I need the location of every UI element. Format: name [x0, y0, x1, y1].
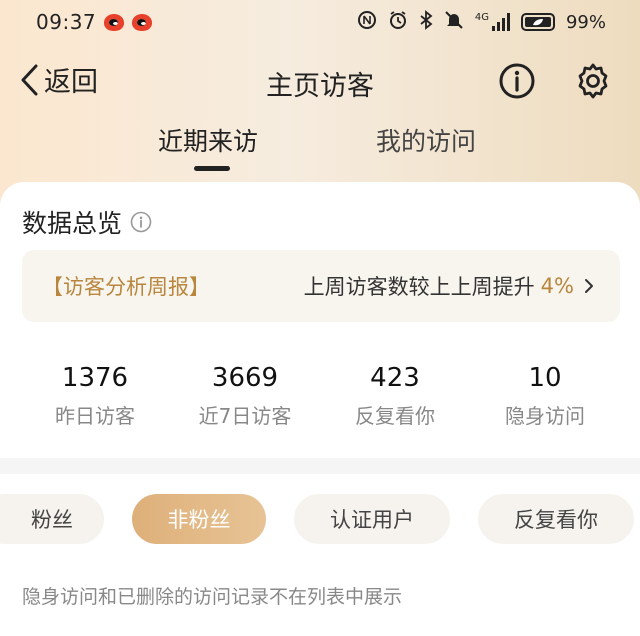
report-tag: 【访客分析周报】 — [42, 275, 210, 299]
stat-label: 反复看你 — [355, 404, 435, 428]
tab-indicator — [194, 166, 230, 171]
settings-button[interactable] — [574, 62, 612, 104]
signal-icon: 4G — [475, 13, 510, 31]
stat-label: 昨日访客 — [55, 404, 135, 428]
chip-non-fans[interactable]: 非粉丝 — [132, 494, 266, 544]
info-button[interactable] — [498, 62, 536, 104]
nfc-icon — [357, 10, 377, 35]
stat-last-7-days[interactable]: 3669 近7日访客 — [170, 360, 320, 429]
stat-value: 423 — [370, 363, 420, 393]
status-left: 09:37 — [36, 10, 153, 34]
nav-bar: 返回 主页访客 — [0, 52, 640, 112]
back-button[interactable]: 返回 — [20, 60, 98, 99]
chevron-left-icon — [21, 64, 38, 95]
weibo-icon — [132, 13, 153, 31]
tab-recent-visits[interactable]: 近期来访 — [158, 122, 258, 158]
tab-bar: 近期来访 我的访问 — [0, 122, 640, 174]
list-note: 隐身访问和已删除的访问记录不在列表中展示 — [22, 586, 403, 608]
report-percent: 4% — [540, 274, 574, 298]
filter-area: 粉丝 非粉丝 认证用户 反复看你 隐身访问和已删除的访问记录不在列表中展示 — [0, 474, 640, 636]
overview-section: 数据总览 — [22, 204, 152, 240]
stat-repeat-viewers[interactable]: 423 反复看你 — [320, 360, 470, 429]
status-right: 4G 99% — [357, 9, 606, 35]
network-type: 4G — [474, 12, 489, 23]
chip-repeat-viewers[interactable]: 反复看你 — [478, 494, 634, 544]
weekly-report-banner[interactable]: 【访客分析周报】 上周访客数较上上周提升 4% — [22, 250, 620, 322]
mute-icon — [444, 10, 464, 35]
weibo-icon — [104, 13, 125, 31]
chip-verified-users[interactable]: 认证用户 — [294, 494, 450, 544]
stat-value: 1376 — [61, 363, 129, 393]
filter-chips: 粉丝 非粉丝 认证用户 反复看你 — [0, 494, 640, 544]
overview-card: 数据总览 【访客分析周报】 上周访客数较上上周提升 4% 1376 昨日访客 3… — [0, 182, 640, 458]
stat-value: 3669 — [211, 363, 279, 393]
report-summary: 上周访客数较上上周提升 4% — [304, 271, 594, 301]
alarm-icon — [388, 10, 408, 35]
report-text: 上周访客数较上上周提升 — [303, 275, 535, 299]
status-time: 09:37 — [36, 10, 97, 34]
tab-my-visits[interactable]: 我的访问 — [376, 122, 476, 158]
status-bar: 09:37 4G 99% — [0, 0, 640, 44]
stat-hidden-visits[interactable]: 10 隐身访问 — [470, 360, 620, 429]
chevron-right-icon — [585, 279, 593, 293]
stat-label: 近7日访客 — [198, 404, 292, 428]
chip-fans[interactable]: 粉丝 — [0, 494, 104, 544]
stat-yesterday[interactable]: 1376 昨日访客 — [20, 360, 170, 429]
bluetooth-icon — [419, 9, 433, 35]
stat-label: 隐身访问 — [505, 404, 585, 428]
info-icon — [499, 63, 535, 99]
gear-icon — [578, 63, 608, 99]
info-icon[interactable] — [130, 211, 152, 233]
stats-row: 1376 昨日访客 3669 近7日访客 423 反复看你 10 隐身访问 — [0, 360, 640, 440]
battery-icon — [520, 13, 555, 31]
battery-percent: 99% — [565, 11, 606, 33]
section-title: 数据总览 — [22, 209, 123, 238]
stat-value: 10 — [528, 363, 562, 393]
back-label: 返回 — [44, 67, 98, 98]
